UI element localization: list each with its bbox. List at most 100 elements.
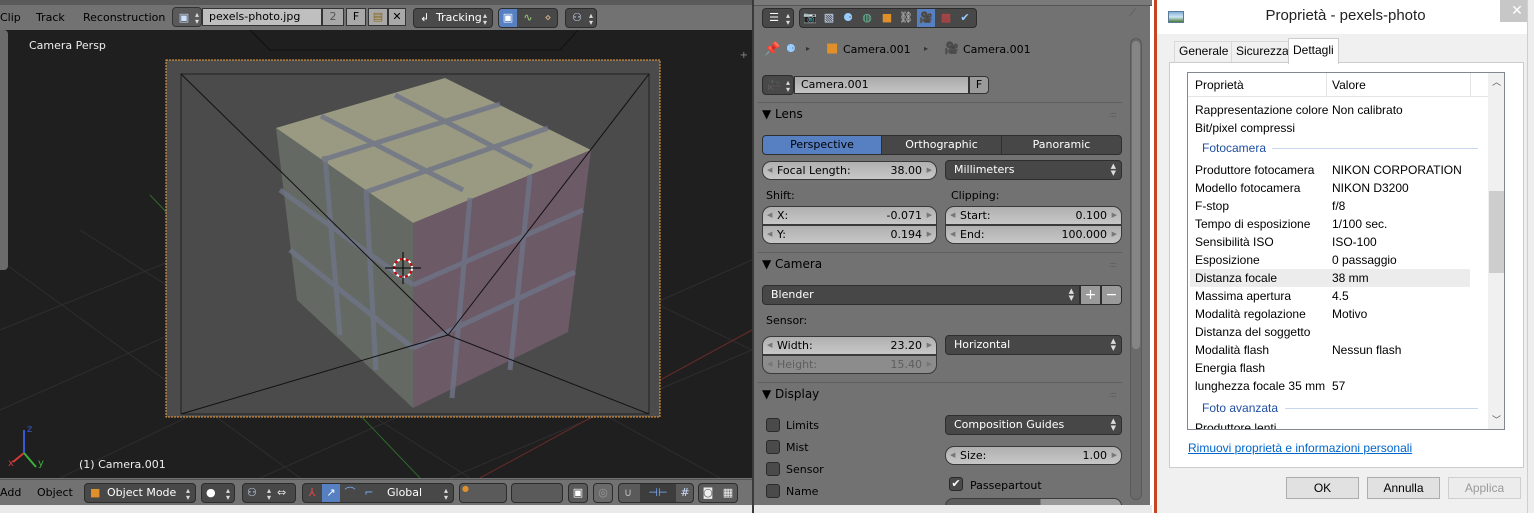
texture-icon[interactable]: ▩ [937,9,955,27]
menu-clip[interactable]: Clip [0,11,21,24]
manipulator-center-icon[interactable]: ⇔ [277,484,286,502]
list-row[interactable]: Distanza del soggetto [1190,323,1470,341]
pin-icon[interactable]: 📌 [764,42,780,57]
decrement-arrow-icon[interactable]: ◀ [767,337,772,354]
shift-y-field[interactable]: ◀ Y: 0.194 ▶ [762,225,937,244]
cancel-button[interactable]: Annulla [1367,477,1440,499]
clip-users-count[interactable]: 2 [322,8,344,26]
decrement-arrow-icon[interactable]: ◀ [767,162,772,179]
list-row-partial[interactable]: Produttore lenti [1190,419,1470,429]
panel-drag-grip-icon[interactable]: :::: [1109,260,1117,269]
translate-icon[interactable]: ↗ [322,484,340,502]
manipulator-toggle-icon[interactable]: ⅄ [303,484,321,502]
scene-icon[interactable]: ⚈ [839,9,857,27]
magnet-icon[interactable]: ∪ [619,484,637,502]
mist-checkbox[interactable] [766,440,780,454]
lens-type-panoramic[interactable]: Panoramic [1001,135,1122,155]
tab-generale[interactable]: Generale [1174,41,1234,62]
tab-dettagli[interactable]: Dettagli [1288,38,1339,64]
name-checkbox[interactable] [766,484,780,498]
decrement-arrow-icon[interactable]: ◀ [767,356,772,373]
unlink-clip-button[interactable]: ✕ [388,8,406,26]
clapper-icon[interactable]: ▦ [719,484,737,502]
render-icon[interactable]: 📷 [801,9,819,27]
list-row[interactable]: Tempo di esposizione 1/100 sec. [1190,215,1470,233]
list-row[interactable]: Modello fotocamera NIKON D3200 [1190,179,1470,197]
list-scrollbar[interactable]: ︿ ﹀ [1488,73,1504,429]
editor-type-select[interactable]: ☰ ▴ ▾ [762,8,794,28]
constraints-icon[interactable]: ⛓ [897,9,915,27]
snap-grid-icon[interactable]: # [676,484,694,502]
proportional-edit-button[interactable]: ◎ [593,483,613,503]
apply-button[interactable]: Applica [1448,477,1521,499]
list-row[interactable]: Sensibilità ISO ISO-100 [1190,233,1470,251]
column-header-property[interactable]: Proprietà [1195,78,1244,92]
mode-select[interactable]: ↲ Tracking ▴ ▾ [413,8,493,28]
remove-properties-link[interactable]: Rimuovi proprietà e informazioni persona… [1188,441,1412,455]
passepartout-checkbox[interactable]: ✔ [949,477,963,491]
decrement-arrow-icon[interactable]: ◀ [950,207,955,224]
layers-grid-2[interactable] [511,483,563,503]
list-row-selected[interactable]: Distanza focale 38 mm [1190,269,1470,287]
column-divider[interactable] [1470,73,1471,97]
clip-name-field[interactable]: pexels-photo.jpg [202,8,322,26]
menu-object[interactable]: Object [37,486,73,499]
list-row[interactable]: Esposizione 0 passaggio [1190,251,1470,269]
list-scrollbar-thumb[interactable] [1489,191,1504,273]
decrement-arrow-icon[interactable]: ◀ [767,207,772,224]
sensor-height-field[interactable]: ◀ Height: 15.40 ▶ [762,355,937,374]
sensor-fit-select[interactable]: Horizontal ▲ ▼ [945,335,1122,355]
rotate-icon[interactable]: ⌒ [341,484,359,502]
tab-sicurezza[interactable]: Sicurezza [1231,41,1294,62]
column-header-value[interactable]: Valore [1332,78,1366,92]
remove-preset-button[interactable]: − [1101,285,1122,305]
3d-viewport[interactable]: z x y Camera Persp (1) Camera.001 + [0,30,752,478]
list-row[interactable]: lunghezza focale 35 mm 57 [1190,377,1470,395]
list-row[interactable]: Massima apertura 4.5 [1190,287,1470,305]
increment-arrow-icon[interactable]: ▶ [927,226,932,243]
shift-x-field[interactable]: ◀ X: -0.071 ▶ [762,206,937,225]
fake-user-button[interactable]: F [969,76,989,94]
column-divider[interactable] [1326,73,1327,97]
increment-arrow-icon[interactable]: ▶ [927,337,932,354]
object-icon[interactable]: ■ [878,9,896,27]
snap-element-icon[interactable]: ⊣⊢ [640,484,676,502]
lens-type-orthographic[interactable]: Orthographic [881,135,1002,155]
list-row[interactable]: Rappresentazione colore Non calibrato [1190,101,1470,119]
decrement-arrow-icon[interactable]: ◀ [950,447,955,464]
decrement-arrow-icon[interactable]: ◀ [950,226,955,243]
camera-panel-header[interactable]: ▼ Camera [762,257,822,271]
clip-end-field[interactable]: ◀ End: 100.000 ▶ [945,225,1122,244]
menu-track[interactable]: Track [36,11,65,24]
camera-datablock-name[interactable]: Camera.001 [794,76,969,94]
list-row[interactable]: F-stop f/8 [1190,197,1470,215]
scroll-up-icon[interactable]: ︿ [1488,75,1504,88]
area-resize-grip-icon[interactable]: ⟋ [1129,8,1136,19]
world-icon[interactable]: ◍ [858,9,876,27]
list-row[interactable]: Produttore fotocamera NIKON CORPORATION [1190,161,1470,179]
guide-size-field[interactable]: ◀ Size: 1.00 ▶ [945,446,1122,465]
properties-list[interactable]: Proprietà Valore Rappresentazione colore… [1187,72,1505,430]
clip-view-icon[interactable]: ▣ [499,9,517,27]
lock-camera-layers-button[interactable]: ▣ [568,483,588,503]
limits-checkbox[interactable] [766,418,780,432]
increment-arrow-icon[interactable]: ▶ [1112,207,1117,224]
panel-drag-grip-icon[interactable]: :::: [1109,390,1117,399]
sensor-checkbox[interactable] [766,462,780,476]
composition-guides-select[interactable]: Composition Guides ▲ ▼ [945,415,1122,435]
open-clip-button[interactable]: ▤ [368,8,388,26]
panel-drag-grip-icon[interactable]: :::: [1109,110,1117,119]
graph-view-icon[interactable]: ∿ [519,9,537,27]
list-row[interactable]: Bit/pixel compressi [1190,119,1470,137]
physics-icon[interactable]: ✔ [956,9,974,27]
menu-add[interactable]: Add [0,486,21,499]
pivot-point-select[interactable]: ⚇ ▴ ▾ ⇔ [242,483,296,503]
clip-start-field[interactable]: ◀ Start: 0.100 ▶ [945,206,1122,225]
render-layers-icon[interactable]: ▧ [820,9,838,27]
display-panel-header[interactable]: ▼ Display [762,387,819,401]
clip-browse-button[interactable]: ▣ ▴ ▾ [172,7,202,27]
sensor-width-field[interactable]: ◀ Width: 23.20 ▶ [762,336,937,355]
list-row[interactable]: Modalità regolazione Motivo [1190,305,1470,323]
decrement-arrow-icon[interactable]: ◀ [767,226,772,243]
scrollbar-thumb[interactable] [1132,41,1140,349]
